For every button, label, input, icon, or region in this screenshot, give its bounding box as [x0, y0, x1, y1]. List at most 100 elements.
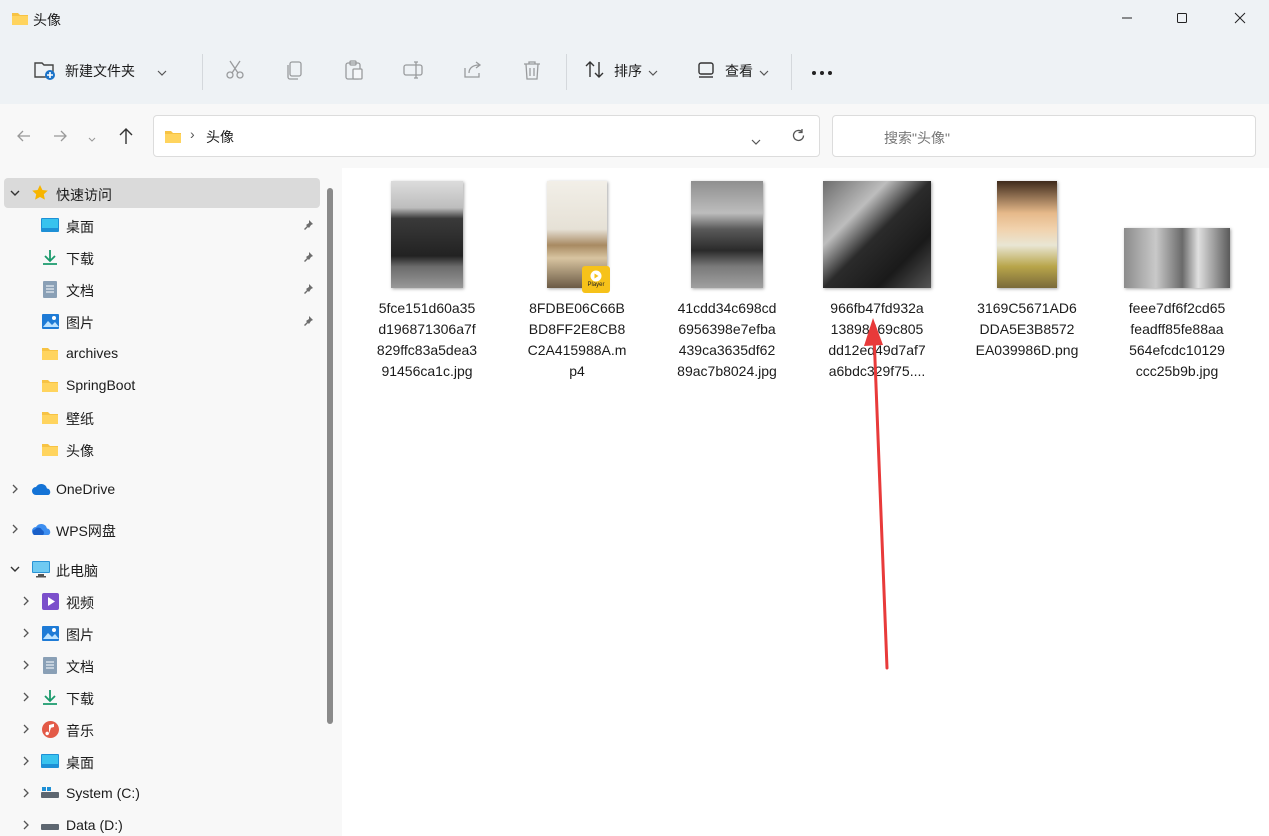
- address-row: › 头像 搜索"头像": [0, 104, 1269, 168]
- file-item[interactable]: 966fb47fd932a 13898469c805 dd12ed49d7af7 a6…: [814, 180, 940, 382]
- folder-icon: [40, 375, 60, 395]
- pin-icon: [302, 314, 314, 330]
- nav-label: 桌面: [66, 755, 94, 771]
- chevron-right-icon[interactable]: [20, 691, 32, 703]
- nav-this-pc-item[interactable]: System (C:): [4, 778, 320, 808]
- file-item[interactable]: 5fce151d60a35 d196871306a7f 829ffc83a5dea3…: [364, 180, 490, 382]
- search-input[interactable]: 搜索"头像": [832, 115, 1256, 157]
- sort-button[interactable]: 排序: [584, 54, 658, 88]
- scissors-icon: [224, 59, 246, 84]
- view-button[interactable]: 查看: [697, 54, 769, 88]
- recent-locations-button[interactable]: [81, 126, 103, 148]
- nav-this-pc-item[interactable]: 文档: [4, 650, 320, 680]
- nav-label: 文档: [66, 283, 94, 299]
- onedrive-icon: [31, 479, 51, 499]
- chevron-right-icon[interactable]: [20, 659, 32, 671]
- folder-icon: [11, 11, 29, 29]
- thumbnail-image: [391, 181, 463, 288]
- nav-quick-access-item[interactable]: 下载: [4, 242, 320, 272]
- nav-this-pc-item[interactable]: 视频: [4, 586, 320, 616]
- thumbnail-image: [823, 181, 931, 288]
- file-name-line: DDA5E3B8572: [979, 321, 1075, 337]
- file-item[interactable]: feee7df6f2cd65 feadff85fe88aa 564efcdc1012…: [1114, 180, 1240, 382]
- file-name: 966fb47fd932a 13898469c805 dd12ed49d7af7 a6…: [814, 298, 940, 382]
- breadcrumb-item[interactable]: 头像: [206, 127, 234, 147]
- thumbnail-image: [1124, 228, 1230, 288]
- nav-quick-access[interactable]: 快速访问: [4, 178, 320, 208]
- chevron-down-icon[interactable]: [9, 563, 21, 575]
- share-button[interactable]: [462, 54, 484, 88]
- chevron-down-icon[interactable]: [751, 132, 761, 148]
- chevron-down-icon: [88, 129, 96, 145]
- forward-button[interactable]: [49, 126, 71, 148]
- file-item[interactable]: Player 8FDBE06C66B BD8FF2E8CB8 C2A415988A.m…: [514, 180, 640, 382]
- chevron-right-icon[interactable]: [20, 627, 32, 639]
- maximize-button[interactable]: [1153, 0, 1211, 36]
- copy-button[interactable]: [284, 54, 306, 88]
- player-badge-label: Player: [587, 282, 605, 288]
- chevron-right-icon[interactable]: [20, 819, 32, 831]
- folder-icon: [40, 439, 60, 459]
- nav-this-pc[interactable]: 此电脑: [4, 554, 320, 584]
- player-badge-icon: Player: [582, 266, 610, 293]
- copy-icon: [284, 59, 306, 84]
- thumbnail: Player: [514, 180, 640, 293]
- nav-quick-access-item[interactable]: SpringBoot: [4, 370, 320, 400]
- nav-wps-drive[interactable]: WPS网盘: [4, 514, 320, 544]
- chevron-right-icon[interactable]: [9, 523, 21, 535]
- drive-c-icon: [40, 783, 60, 803]
- chevron-right-icon[interactable]: [20, 787, 32, 799]
- address-bar[interactable]: › 头像: [153, 115, 820, 157]
- sidebar-scrollbar[interactable]: [327, 188, 333, 724]
- nav-quick-access-item[interactable]: 图片: [4, 306, 320, 336]
- rename-icon: [402, 59, 424, 84]
- nav-this-pc-item[interactable]: Data (D:): [4, 810, 320, 836]
- search-placeholder: 搜索"头像": [884, 130, 950, 146]
- thumbnail-image: [691, 181, 763, 288]
- close-button[interactable]: [1211, 0, 1269, 36]
- up-button[interactable]: [115, 126, 137, 148]
- chevron-right-icon[interactable]: [20, 755, 32, 767]
- this-pc-icon: [31, 559, 51, 579]
- nav-this-pc-item[interactable]: 音乐: [4, 714, 320, 744]
- refresh-icon[interactable]: [791, 128, 806, 146]
- file-name-line: 966fb47fd932a: [830, 300, 924, 316]
- file-item[interactable]: 3169C5671AD6 DDA5E3B8572 EA039986D.png: [964, 180, 1090, 361]
- file-name-line: BD8FF2E8CB8: [528, 321, 626, 337]
- thumbnail: [814, 180, 940, 288]
- back-button[interactable]: [13, 126, 35, 148]
- paste-button[interactable]: [343, 54, 365, 88]
- nav-this-pc-item[interactable]: 桌面: [4, 746, 320, 776]
- drive-d-icon: [40, 815, 60, 835]
- nav-label: 视频: [66, 595, 94, 611]
- minimize-button[interactable]: [1098, 0, 1156, 36]
- nav-label: 此电脑: [56, 563, 98, 579]
- nav-label: 桌面: [66, 219, 94, 235]
- nav-this-pc-item[interactable]: 下载: [4, 682, 320, 712]
- nav-quick-access-item[interactable]: 头像: [4, 434, 320, 464]
- file-name-line: 439ca3635df62: [678, 342, 776, 358]
- nav-quick-access-item[interactable]: 壁纸: [4, 402, 320, 432]
- nav-this-pc-item[interactable]: 图片: [4, 618, 320, 648]
- delete-button[interactable]: [521, 54, 543, 88]
- chevron-right-icon[interactable]: [20, 723, 32, 735]
- toolbar-divider: [791, 54, 792, 90]
- more-options-button[interactable]: [811, 54, 835, 88]
- nav-label: 图片: [66, 627, 94, 643]
- file-name: feee7df6f2cd65 feadff85fe88aa 564efcdc1012…: [1114, 298, 1240, 382]
- rename-button[interactable]: [402, 54, 424, 88]
- folder-icon: [40, 407, 60, 427]
- chevron-right-icon[interactable]: [20, 595, 32, 607]
- nav-quick-access-item[interactable]: 文档: [4, 274, 320, 304]
- nav-quick-access-item[interactable]: 桌面: [4, 210, 320, 240]
- chevron-right-icon[interactable]: [9, 483, 21, 495]
- file-item[interactable]: 41cdd34c698cd 6956398e7efba 439ca3635df62 8…: [664, 180, 790, 382]
- new-folder-button[interactable]: 新建文件夹: [33, 54, 167, 88]
- thumbnail: [664, 180, 790, 288]
- wps-cloud-icon: [31, 519, 51, 539]
- nav-quick-access-item[interactable]: archives: [4, 338, 320, 368]
- chevron-down-icon[interactable]: [9, 187, 21, 199]
- nav-onedrive[interactable]: OneDrive: [4, 474, 320, 504]
- cut-button[interactable]: [224, 54, 246, 88]
- pin-icon: [302, 282, 314, 298]
